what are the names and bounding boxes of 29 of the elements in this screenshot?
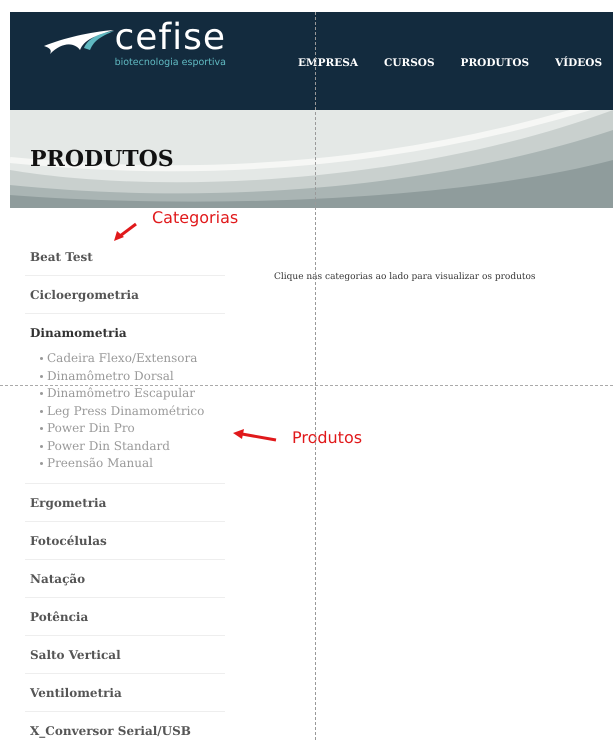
bullet-icon: [40, 427, 43, 430]
nav-link[interactable]: VÍDEOS: [555, 57, 602, 69]
bullet-icon: [40, 410, 43, 413]
category-link[interactable]: Natação: [30, 572, 86, 586]
annotation-label: Categorias: [152, 208, 238, 227]
category-link[interactable]: Dinamometria: [30, 326, 127, 340]
logo-name: cefise: [114, 20, 226, 56]
arrow-icon: [232, 428, 278, 442]
bullet-icon: [40, 374, 43, 378]
nav-link[interactable]: PRODUTOS: [460, 57, 530, 69]
logo-icon: [44, 28, 114, 56]
category-link[interactable]: Salto Vertical: [30, 648, 121, 662]
category-link[interactable]: Cicloergometria: [30, 288, 139, 302]
nav-link[interactable]: EMPRESA: [298, 57, 358, 69]
nav-link[interactable]: CURSOS: [384, 57, 435, 69]
category-link[interactable]: X_Conversor Serial/USB: [30, 724, 191, 738]
category-link[interactable]: Fotocélulas: [30, 534, 107, 548]
page-title: PRODUTOS: [30, 146, 174, 172]
logo-tagline: biotecnologia esportiva: [114, 57, 226, 68]
bullet-icon: [40, 462, 43, 466]
category-link[interactable]: Beat Test: [30, 250, 93, 264]
category-link[interactable]: Ventilometria: [30, 686, 122, 700]
bullet-icon: [40, 392, 43, 396]
category-link[interactable]: Ergometria: [30, 496, 106, 510]
arrow-icon: [112, 222, 138, 242]
annotation-label: Produtos: [292, 428, 362, 447]
bullet-icon: [40, 444, 43, 448]
bullet-icon: [40, 357, 43, 360]
category-link[interactable]: Potência: [30, 610, 88, 624]
